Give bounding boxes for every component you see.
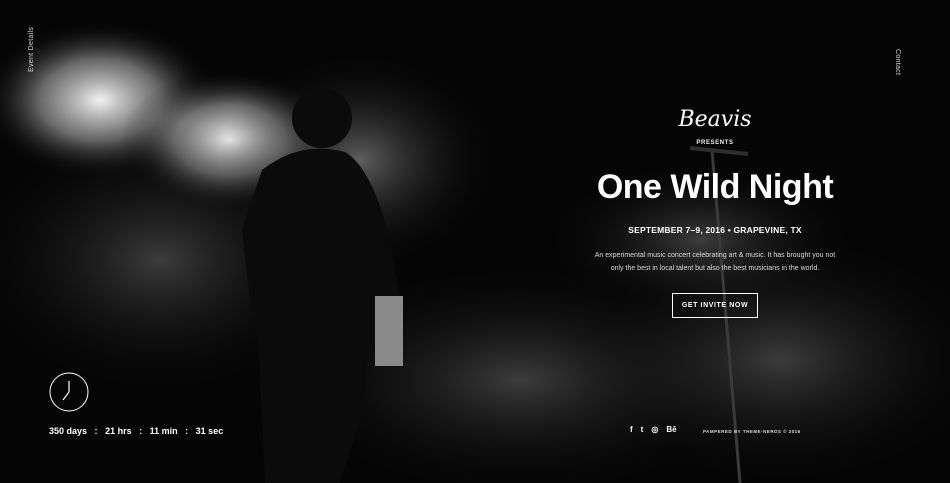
- countdown-timer: 350 days : 21 hrs : 11 min : 31 sec: [49, 426, 224, 436]
- countdown-seconds: 31 sec: [195, 426, 224, 436]
- get-invite-button[interactable]: GET INVITE NOW: [671, 293, 759, 318]
- footer-credit: PAMPERED BY THEME-NERDS © 2016: [703, 429, 801, 434]
- nav-event-details-link[interactable]: Event Details: [28, 27, 35, 72]
- behance-icon[interactable]: Bē: [666, 425, 676, 434]
- facebook-icon[interactable]: f: [630, 425, 633, 434]
- countdown-days: 350 days: [49, 426, 88, 436]
- dribbble-icon[interactable]: ◎: [651, 425, 658, 434]
- beavis-logo: Beavis: [677, 107, 751, 132]
- svg-text:Beavis: Beavis: [677, 107, 751, 132]
- nav-contact-link[interactable]: Contact: [894, 49, 901, 75]
- event-date-location: SEPTEMBER 7–9, 2016 • GRAPEVINE, TX: [628, 225, 802, 235]
- social-links: f t ◎ Bē: [630, 425, 677, 434]
- presents-label: PRESENTS: [696, 140, 734, 146]
- event-description: An experimental music concert celebratin…: [594, 252, 836, 272]
- twitter-icon[interactable]: t: [641, 425, 644, 434]
- countdown-minutes: 11 min: [149, 426, 178, 436]
- page-title: One Wild Night: [596, 168, 834, 206]
- clock-icon: [49, 372, 89, 412]
- hero-content: Beavis PRESENTS One Wild Night SEPTEMBER…: [580, 100, 850, 318]
- countdown-hours: 21 hrs: [105, 426, 132, 436]
